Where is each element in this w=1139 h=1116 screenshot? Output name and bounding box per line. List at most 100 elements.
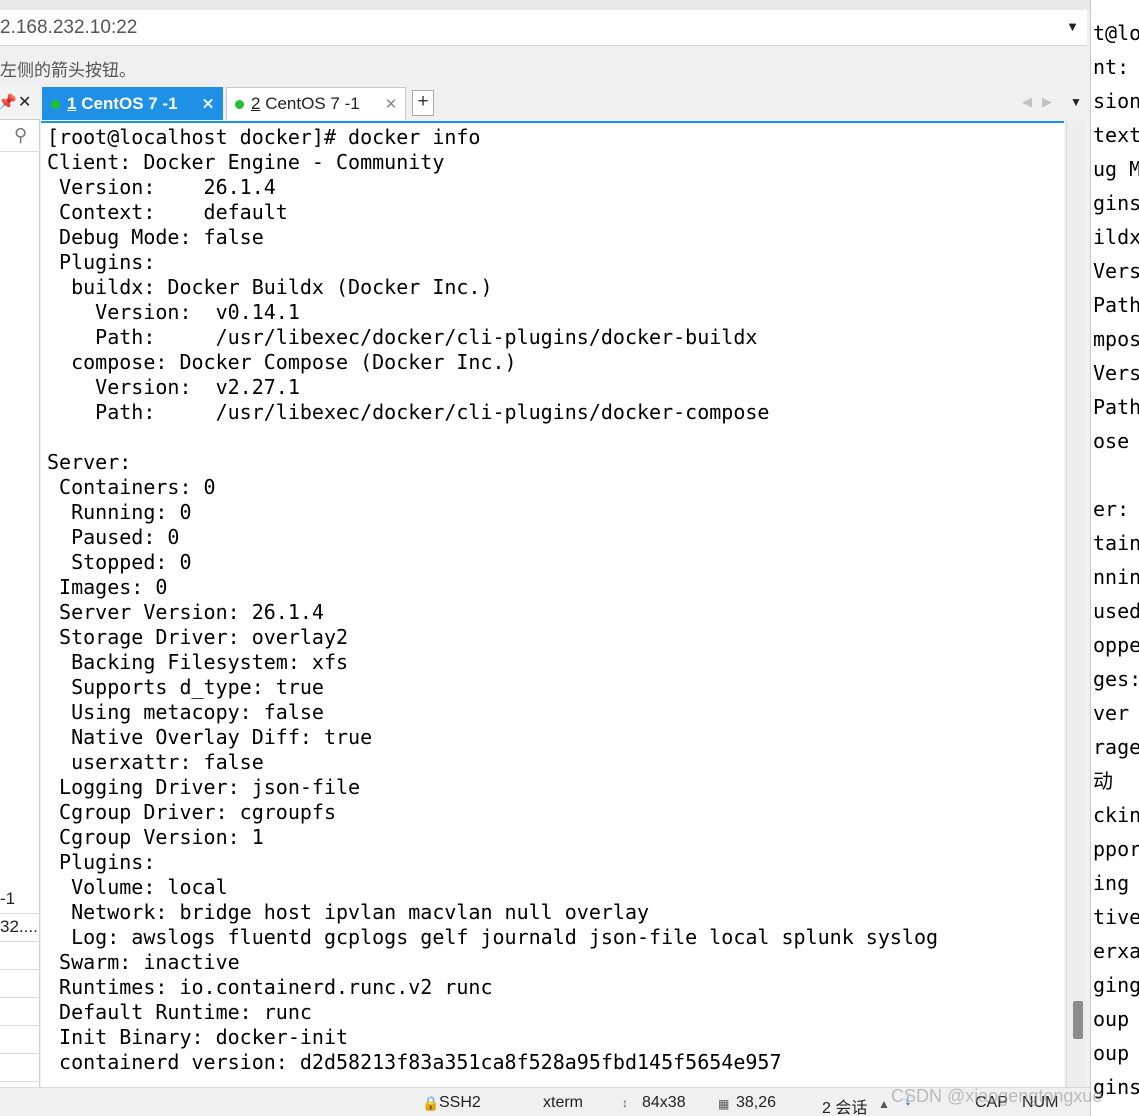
terminal-line: Logging Driver: json-file bbox=[47, 775, 361, 799]
terminal-line: Path bbox=[1093, 395, 1139, 419]
scrollbar-thumb[interactable] bbox=[1073, 1001, 1083, 1039]
terminal-line: Init Binary: docker-init bbox=[47, 1025, 349, 1049]
vertical-scrollbar[interactable] bbox=[1066, 121, 1086, 1087]
terminal-line: Volume: local bbox=[47, 875, 228, 899]
list-item[interactable] bbox=[0, 970, 40, 998]
tab-session-2[interactable]: 2 CentOS 7 -1 ✕ bbox=[226, 87, 406, 120]
terminal-line: Log: awslogs fluentd gcplogs gelf journa… bbox=[47, 925, 939, 949]
terminal-line: Server Version: 26.1.4 bbox=[47, 600, 324, 624]
tab-bar: 1 CentOS 7 -1 ✕ 2 CentOS 7 -1 ✕ + ◀ ▶ ▼ bbox=[40, 86, 1090, 120]
status-size: 84x38 bbox=[642, 1094, 686, 1111]
secondary-terminal-pane[interactable]: t@lo nt: sion text ug M gins ildx Vers Path mpos V… bbox=[1090, 0, 1139, 1116]
terminal-line: Client: Docker Engine - Community bbox=[47, 150, 445, 174]
terminal-line: Storage Driver: overlay2 bbox=[47, 625, 349, 649]
terminal-line: Using metacopy: false bbox=[47, 700, 324, 724]
tab-session-1[interactable]: 1 CentOS 7 -1 ✕ bbox=[42, 87, 223, 120]
terminal-line: Vers bbox=[1093, 361, 1139, 385]
terminal-line: Runtimes: io.containerd.runc.v2 runc bbox=[47, 975, 493, 999]
terminal-line: ose bbox=[1093, 429, 1130, 453]
terminal-line: ppor bbox=[1093, 837, 1139, 861]
terminal-line: used bbox=[1093, 599, 1139, 623]
session-search[interactable]: ⚲ bbox=[0, 120, 40, 152]
secondary-terminal-text: t@lo nt: sion text ug M gins ildx Vers Path mpos V… bbox=[1093, 16, 1139, 1104]
session-item[interactable]: -1 bbox=[0, 886, 40, 914]
tab-label: 1 CentOS 7 -1 bbox=[67, 94, 178, 113]
terminal-line: Debug Mode: false bbox=[47, 225, 264, 249]
terminal-line: nnin bbox=[1093, 565, 1139, 589]
lock-icon: 🔒 bbox=[422, 1095, 440, 1111]
terminal-line: Supports d_type: true bbox=[47, 675, 324, 699]
terminal-line: oup bbox=[1093, 1041, 1130, 1065]
terminal-line: Cgroup Version: 1 bbox=[47, 825, 264, 849]
terminal-line: tain bbox=[1093, 531, 1139, 555]
terminal-line: ildx bbox=[1093, 225, 1139, 249]
list-item[interactable] bbox=[0, 1026, 40, 1054]
terminal-line: Server: bbox=[47, 450, 132, 474]
terminal-line: Running: 0 bbox=[47, 500, 192, 524]
terminal-line: Default Runtime: runc bbox=[47, 1000, 312, 1024]
address-bar[interactable]: 2.168.232.10:22 ▼ bbox=[0, 10, 1087, 46]
terminal-line: rage bbox=[1093, 735, 1139, 759]
terminal-line: Cgroup Driver: cgroupfs bbox=[47, 800, 336, 824]
terminal-line: Stopped: 0 bbox=[47, 550, 192, 574]
terminal-line: nt: bbox=[1093, 55, 1130, 79]
terminal-line: Backing Filesystem: xfs bbox=[47, 650, 349, 674]
new-tab-button[interactable]: + bbox=[412, 90, 434, 116]
hint-text: 左侧的箭头按钮。 bbox=[0, 61, 136, 81]
search-icon[interactable]: ⚲ bbox=[14, 125, 27, 146]
terminal-line: ug M bbox=[1093, 157, 1139, 181]
terminal-line: ing bbox=[1093, 871, 1130, 895]
terminal-line: compose: Docker Compose (Docker Inc.) bbox=[47, 350, 517, 374]
list-item[interactable] bbox=[0, 942, 40, 970]
terminal-line: oppe bbox=[1093, 633, 1139, 657]
status-sessions: 2 会话 bbox=[822, 1100, 868, 1116]
terminal-line: Context: default bbox=[47, 200, 288, 224]
terminal-line: gins bbox=[1093, 191, 1139, 215]
terminal-line: Version: v2.27.1 bbox=[47, 375, 300, 399]
terminal-line: Paused: 0 bbox=[47, 525, 180, 549]
terminal-line: ver bbox=[1093, 701, 1130, 725]
terminal-text: [root@localhost docker]# docker info Clie… bbox=[47, 125, 938, 1075]
terminal-line: oup bbox=[1093, 1007, 1130, 1031]
list-item[interactable] bbox=[0, 998, 40, 1026]
terminal-line: erxa bbox=[1093, 939, 1139, 963]
cursor-icon: ▦ bbox=[718, 1097, 730, 1111]
terminal-line: er: bbox=[1093, 497, 1130, 521]
list-item[interactable] bbox=[0, 1054, 40, 1082]
terminal-line: Path: /usr/libexec/docker/cli-plugins/do… bbox=[47, 400, 770, 424]
terminal-line: Plugins: bbox=[47, 850, 156, 874]
session-manager-panel: 📌 ✕ ⚲ -1 32.... bbox=[0, 86, 40, 1116]
terminal-line: Network: bridge host ipvlan macvlan null… bbox=[47, 900, 650, 924]
terminal-line: [root@localhost docker]# docker info bbox=[47, 125, 481, 149]
chevron-right-icon[interactable]: ▶ bbox=[1042, 94, 1052, 110]
tab-label: 2 CentOS 7 -1 bbox=[251, 94, 360, 113]
chevron-down-icon[interactable]: ▼ bbox=[1066, 19, 1079, 34]
terminal-line: ging bbox=[1093, 973, 1139, 997]
close-icon[interactable]: ✕ bbox=[381, 95, 401, 113]
terminal-line: tive bbox=[1093, 905, 1139, 929]
terminal-line: Version: v0.14.1 bbox=[47, 300, 300, 324]
terminal-line: buildx: Docker Buildx (Docker Inc.) bbox=[47, 275, 493, 299]
terminal-line: ckin bbox=[1093, 803, 1139, 827]
close-icon[interactable]: ✕ bbox=[198, 95, 218, 113]
ssh-client-window: 2.168.232.10:22 ▼ 左侧的箭头按钮。 📌 ✕ ⚲ -1 32..… bbox=[0, 0, 1090, 1116]
arrow-up-icon[interactable]: ▲ bbox=[878, 1097, 890, 1111]
terminal-line: text bbox=[1093, 123, 1139, 147]
status-protocol: SSH2 bbox=[439, 1094, 481, 1111]
terminal-output[interactable]: [root@localhost docker]# docker info Clie… bbox=[41, 121, 1064, 1087]
toolbar-strip bbox=[0, 0, 1090, 10]
status-terminal-type: xterm bbox=[543, 1094, 583, 1111]
chevron-down-icon[interactable]: ▼ bbox=[1070, 95, 1082, 109]
session-item[interactable]: 32.... bbox=[0, 914, 40, 942]
terminal-line: mpos bbox=[1093, 327, 1139, 351]
terminal-line: Swarm: inactive bbox=[47, 950, 240, 974]
panel-header: 📌 ✕ bbox=[0, 86, 40, 120]
close-icon[interactable]: ✕ bbox=[18, 92, 31, 112]
terminal-line: containerd version: d2d58213f83a351ca8f5… bbox=[47, 1050, 782, 1074]
terminal-line: Path bbox=[1093, 293, 1139, 317]
pin-icon[interactable]: 📌 bbox=[0, 93, 17, 111]
chevron-left-icon[interactable]: ◀ bbox=[1022, 94, 1032, 110]
terminal-line: ges: bbox=[1093, 667, 1139, 691]
address-input[interactable]: 2.168.232.10:22 bbox=[0, 17, 137, 39]
